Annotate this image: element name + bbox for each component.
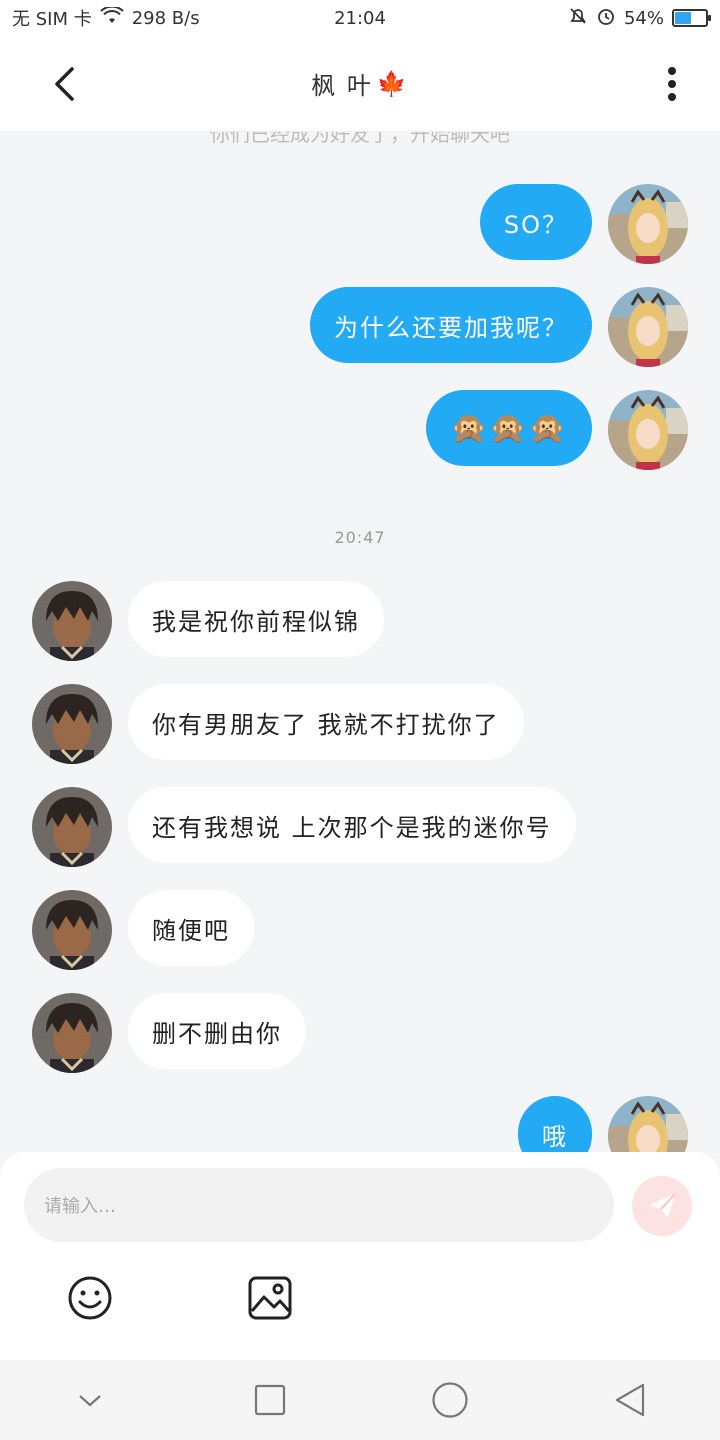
message-bubble[interactable]: 还有我想说 上次那个是我的迷你号 bbox=[128, 787, 576, 863]
bell-off-icon bbox=[568, 6, 588, 31]
message-bubble[interactable]: SO？ bbox=[479, 184, 592, 260]
chevron-down-icon bbox=[79, 1395, 101, 1407]
contact-avatar[interactable] bbox=[32, 684, 112, 764]
maple-leaf-emoji: 🍁 bbox=[376, 69, 409, 98]
image-icon bbox=[248, 1276, 292, 1320]
battery-percent: 54% bbox=[623, 7, 664, 29]
message-bubble[interactable]: 你有男朋友了 我就不打扰你了 bbox=[128, 684, 524, 760]
square-icon bbox=[254, 1384, 286, 1416]
smiley-icon bbox=[68, 1276, 112, 1320]
circle-icon bbox=[432, 1382, 468, 1418]
message-bubble[interactable]: 🙊🙊🙊 bbox=[425, 390, 592, 466]
timestamp-label: 20:47 bbox=[334, 528, 386, 547]
network-speed: 298 B/s bbox=[131, 7, 200, 29]
status-left: 无 SIM 卡 298 B/s bbox=[12, 5, 200, 31]
message-row: 删不删由你 bbox=[32, 993, 306, 1073]
chevron-left-icon bbox=[55, 67, 74, 101]
chat-header: 枫 叶 🍁 bbox=[0, 36, 720, 132]
message-row: 我是祝你前程似锦 bbox=[32, 581, 384, 661]
wifi-icon bbox=[100, 5, 124, 30]
status-right: 54% bbox=[568, 6, 711, 31]
message-row: 为什么还要加我呢？ bbox=[310, 287, 688, 367]
contact-name: 枫 叶 bbox=[311, 72, 373, 100]
more-vertical-icon bbox=[668, 67, 676, 101]
self-avatar[interactable] bbox=[608, 390, 688, 470]
send-button[interactable] bbox=[632, 1176, 692, 1236]
chat-area[interactable]: 你们已经成为好友了，开始聊天吧 SO？ 为什么还要加我呢？ 🙊🙊🙊 20:47 … bbox=[0, 132, 720, 1152]
message-bubble[interactable]: 哦 bbox=[518, 1096, 592, 1152]
contact-avatar[interactable] bbox=[32, 581, 112, 661]
message-row: 还有我想说 上次那个是我的迷你号 bbox=[32, 787, 576, 867]
status-bar: 无 SIM 卡 298 B/s 21:04 54% bbox=[0, 0, 720, 36]
message-row: SO？ bbox=[479, 184, 688, 264]
self-avatar[interactable] bbox=[608, 184, 688, 264]
back-button[interactable] bbox=[40, 60, 88, 108]
contact-avatar[interactable] bbox=[32, 787, 112, 867]
alarm-icon bbox=[596, 6, 616, 31]
contact-avatar[interactable] bbox=[32, 993, 112, 1073]
send-icon bbox=[649, 1193, 676, 1218]
message-row: 你有男朋友了 我就不打扰你了 bbox=[32, 684, 524, 764]
input-panel: 请输入… bbox=[0, 1152, 720, 1360]
system-nav-bar bbox=[0, 1360, 720, 1440]
self-avatar[interactable] bbox=[608, 287, 688, 367]
message-input[interactable]: 请输入… bbox=[24, 1168, 614, 1242]
message-row: 🙊🙊🙊 bbox=[425, 390, 688, 470]
image-button[interactable] bbox=[246, 1274, 294, 1322]
more-options-button[interactable] bbox=[648, 60, 696, 108]
nav-collapse-button[interactable] bbox=[60, 1370, 120, 1430]
carrier-label: 无 SIM 卡 bbox=[12, 9, 92, 30]
message-row: 哦 bbox=[518, 1096, 688, 1152]
message-bubble[interactable]: 删不删由你 bbox=[128, 993, 306, 1069]
emoji-button[interactable] bbox=[66, 1274, 114, 1322]
message-row: 随便吧 bbox=[32, 890, 254, 970]
contact-avatar[interactable] bbox=[32, 890, 112, 970]
faded-system-message: 你们已经成为好友了，开始聊天吧 bbox=[210, 132, 510, 146]
self-avatar[interactable] bbox=[608, 1096, 688, 1152]
nav-recent-button[interactable] bbox=[240, 1370, 300, 1430]
triangle-back-icon bbox=[615, 1383, 645, 1417]
message-bubble[interactable]: 为什么还要加我呢？ bbox=[310, 287, 592, 363]
nav-home-button[interactable] bbox=[420, 1370, 480, 1430]
chat-title: 枫 叶 🍁 bbox=[311, 66, 409, 101]
battery-icon bbox=[672, 9, 711, 27]
message-bubble[interactable]: 我是祝你前程似锦 bbox=[128, 581, 384, 657]
message-bubble[interactable]: 随便吧 bbox=[128, 890, 254, 966]
nav-back-button[interactable] bbox=[600, 1370, 660, 1430]
input-placeholder: 请输入… bbox=[44, 1196, 116, 1217]
